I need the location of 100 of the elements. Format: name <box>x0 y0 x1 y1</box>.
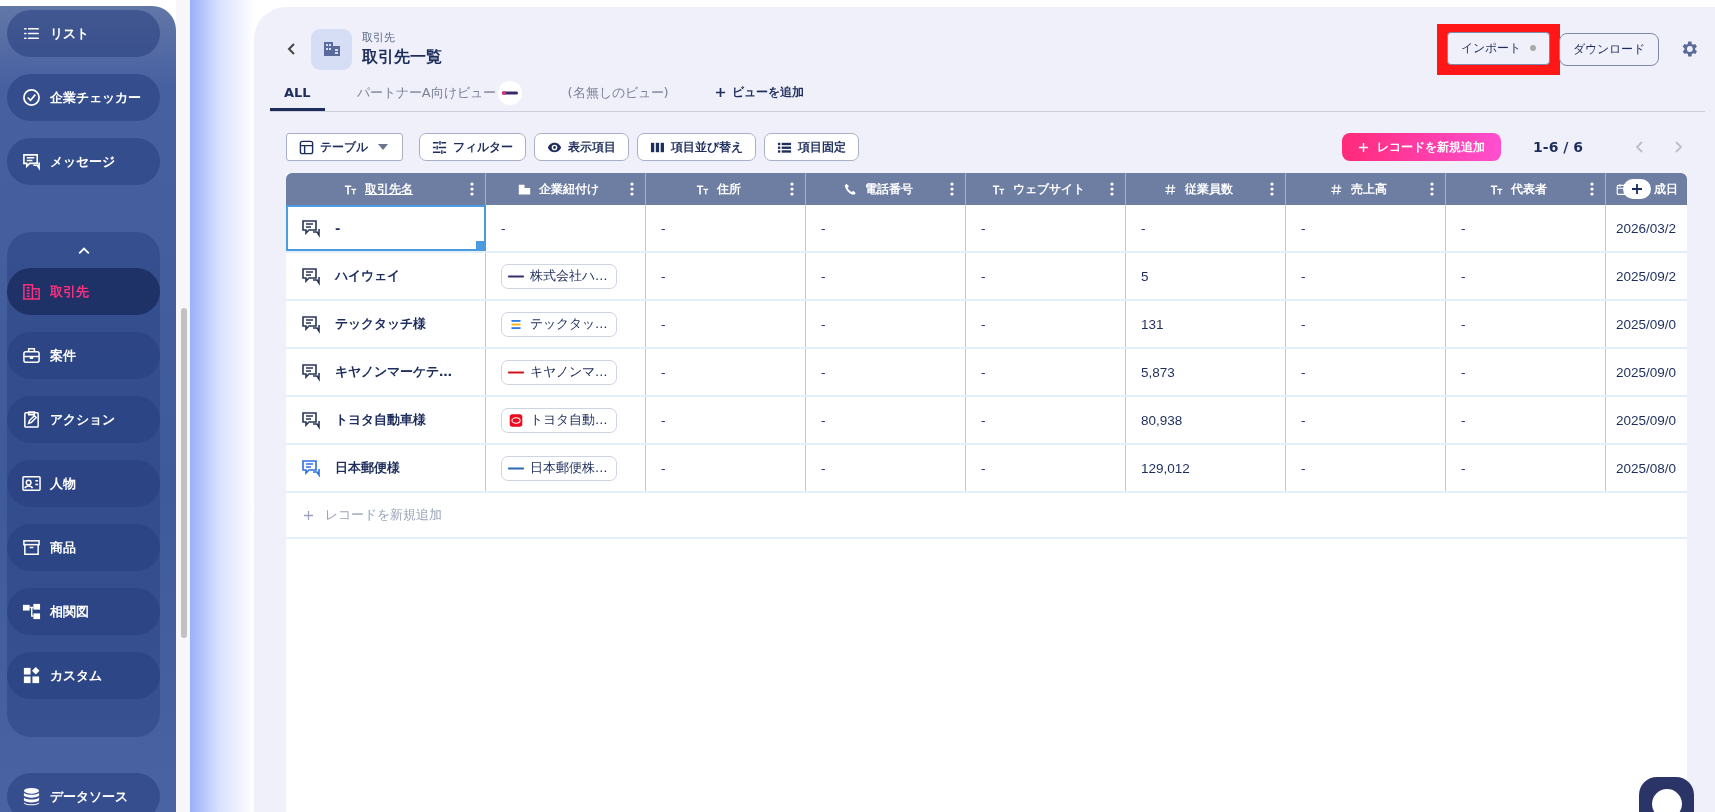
table-cell: - <box>1446 397 1606 443</box>
table-cell: - <box>1286 253 1446 299</box>
scrollbar[interactable] <box>181 308 187 638</box>
text-type-icon <box>1490 182 1503 196</box>
check-icon <box>22 88 41 107</box>
back-icon[interactable] <box>286 41 298 57</box>
breadcrumb[interactable]: 取引先 <box>362 30 442 45</box>
table-cell[interactable]: テックタッチ様 <box>286 301 486 347</box>
database-icon <box>22 787 41 806</box>
comment-icon[interactable] <box>301 410 321 430</box>
column-header[interactable]: 電話番号 <box>806 173 966 205</box>
more-icon[interactable] <box>1270 181 1274 197</box>
table-cell[interactable]: トヨタ自動車様 <box>286 397 486 443</box>
table-cell: - <box>1286 445 1446 491</box>
nav-item[interactable]: 商品 <box>7 524 160 571</box>
table-cell: - <box>1286 397 1446 443</box>
table-cell: - <box>646 349 806 395</box>
column-header[interactable]: 成日 <box>1606 173 1687 205</box>
table-cell[interactable]: ハイウェイ <box>286 253 486 299</box>
filter-button[interactable]: フィルター <box>419 133 526 161</box>
archive-icon <box>22 538 41 557</box>
table-cell: 129,012 <box>1126 445 1286 491</box>
view-tab[interactable]: ALL <box>270 77 325 111</box>
company-chip[interactable]: 株式会社ハ… <box>501 263 617 289</box>
nav-item[interactable]: リスト <box>7 10 160 57</box>
download-button[interactable]: ダウンロード <box>1559 32 1659 66</box>
column-header[interactable]: 従業員数 <box>1126 173 1286 205</box>
nav-item[interactable]: 相関図 <box>7 588 160 635</box>
add-column-button[interactable] <box>1623 179 1651 199</box>
nav-item[interactable]: カスタム <box>7 652 160 699</box>
table-cell: - <box>1446 205 1606 251</box>
more-icon[interactable] <box>950 181 954 197</box>
plus-icon <box>714 87 726 98</box>
view-tab[interactable]: パートナーA向けビュー <box>342 77 536 111</box>
column-header[interactable]: 取引先名 <box>286 173 486 205</box>
table-cell[interactable]: - <box>286 205 486 251</box>
table-cell: - <box>1286 349 1446 395</box>
table-cell-text: 2025/09/0 <box>1615 411 1678 430</box>
table-cell: 5 <box>1126 253 1286 299</box>
nav-item[interactable]: 企業チェッカー <box>7 74 160 121</box>
message-icon <box>22 152 41 171</box>
pagination-count: 1-6 / 6 <box>1533 139 1583 155</box>
more-icon[interactable] <box>1110 181 1114 197</box>
table-cell: - <box>966 205 1126 251</box>
filter-icon <box>432 139 447 155</box>
table-cell: - <box>646 253 806 299</box>
nav-item[interactable]: 案件 <box>7 332 160 379</box>
table-cell: - <box>646 445 806 491</box>
table-cell-text: 2025/08/0 <box>1615 459 1678 478</box>
text-type-icon <box>992 182 1005 196</box>
table-cell: - <box>966 349 1126 395</box>
table-cell: - <box>806 349 966 395</box>
nav-item[interactable]: データソース <box>7 773 160 812</box>
more-icon[interactable] <box>470 181 474 197</box>
comment-icon[interactable] <box>301 266 321 286</box>
caret-icon <box>378 144 388 150</box>
column-header[interactable]: 企業紐付け <box>486 173 646 205</box>
hash-icon <box>1330 182 1343 196</box>
table-cell[interactable]: キヤノンマーケテ… <box>286 349 486 395</box>
table-cell: - <box>806 301 966 347</box>
table-cell: 131 <box>1126 301 1286 347</box>
table-cell: - <box>646 301 806 347</box>
import-button[interactable]: インポート <box>1447 31 1550 65</box>
table-cell: - <box>1286 301 1446 347</box>
eye-button[interactable]: 表示項目 <box>534 133 629 161</box>
company-chip[interactable]: テックタッ… <box>501 311 617 337</box>
company-chip[interactable]: 日本郵便株… <box>501 455 617 481</box>
column-header[interactable]: 代表者 <box>1446 173 1606 205</box>
view-dropdown[interactable]: テーブル <box>286 133 403 161</box>
more-icon[interactable] <box>790 181 794 197</box>
table-cell-text: 2025/09/0 <box>1615 315 1678 334</box>
table-cell: - <box>966 397 1126 443</box>
column-header[interactable]: 住所 <box>646 173 806 205</box>
add-view-tab[interactable]: ビューを追加 <box>700 77 818 111</box>
columns-button[interactable]: 項目並び替え <box>637 133 756 161</box>
comment-icon[interactable] <box>301 314 321 334</box>
table-cell[interactable]: 日本郵便様 <box>286 445 486 491</box>
fill-handle[interactable] <box>476 241 484 249</box>
comment-icon[interactable] <box>301 458 321 478</box>
nav-item[interactable]: メッセージ <box>7 138 160 185</box>
more-icon[interactable] <box>1590 181 1594 197</box>
clipboard-icon <box>22 410 41 429</box>
table-cell: - <box>806 253 966 299</box>
company-chip[interactable]: キヤノンマ… <box>501 359 617 385</box>
nav-item[interactable]: アクション <box>7 396 160 443</box>
pin-button[interactable]: 項目固定 <box>764 133 859 161</box>
more-icon[interactable] <box>630 181 634 197</box>
comment-icon[interactable] <box>301 218 321 238</box>
text-type-icon <box>696 182 709 196</box>
more-icon[interactable] <box>1430 181 1434 197</box>
comment-icon[interactable] <box>301 362 321 382</box>
nav-item[interactable]: 人物 <box>7 460 160 507</box>
column-header[interactable]: 売上高 <box>1286 173 1446 205</box>
view-tab[interactable]: (名無しのビュー) <box>553 77 683 111</box>
column-header[interactable]: ウェブサイト <box>966 173 1126 205</box>
table-cell: - <box>1446 349 1606 395</box>
plus-icon <box>303 509 314 521</box>
company-chip[interactable]: トヨタ自動… <box>501 407 617 433</box>
table-cell: - <box>1286 205 1446 251</box>
diagram-icon <box>22 602 41 621</box>
